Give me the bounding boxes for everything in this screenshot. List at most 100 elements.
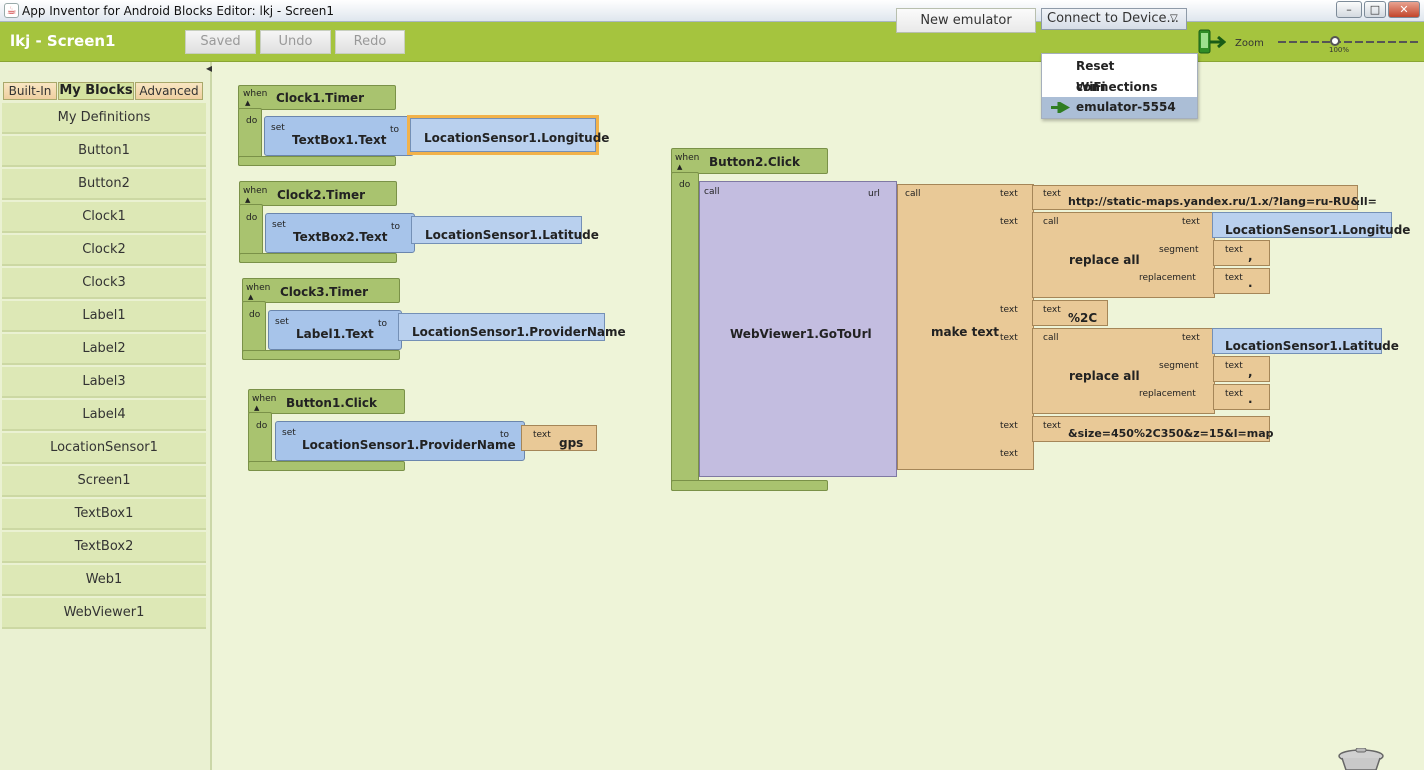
do-label: do <box>246 213 258 223</box>
expand-triangle-icon[interactable]: ▲ <box>245 196 250 204</box>
when-label: when <box>675 153 700 163</box>
text-value: gps <box>559 436 584 450</box>
text-value: http://static-maps.yandex.ru/1.x/?lang=r… <box>1068 195 1377 208</box>
method-name: WebViewer1.GoToUrl <box>730 327 872 341</box>
text-socket-label: text <box>1000 449 1018 459</box>
saved-button[interactable]: Saved <box>185 30 256 54</box>
tab-my-blocks[interactable]: My Blocks <box>58 82 134 100</box>
set-label: set <box>272 220 286 230</box>
replacement-label: replacement <box>1139 273 1196 283</box>
sidebar-item-clock2[interactable]: Clock2 <box>2 235 206 266</box>
sidebar-item-button2[interactable]: Button2 <box>2 169 206 200</box>
undo-button[interactable]: Undo <box>260 30 331 54</box>
redo-button[interactable]: Redo <box>335 30 405 54</box>
event-block-footer <box>248 461 405 471</box>
expand-triangle-icon[interactable]: ▲ <box>254 404 259 412</box>
text-label: text <box>1225 389 1243 399</box>
sidebar-item-label4[interactable]: Label4 <box>2 400 206 431</box>
set-label: set <box>282 428 296 438</box>
when-label: when <box>243 89 268 99</box>
text-label: text <box>533 430 551 440</box>
event-name: Clock1.Timer <box>276 91 365 105</box>
event-block-footer <box>238 156 396 166</box>
getter-text: LocationSensor1.Latitude <box>1225 339 1399 353</box>
sidebar-item-webviewer1[interactable]: WebViewer1 <box>2 598 206 629</box>
tab-advanced[interactable]: Advanced <box>135 82 203 100</box>
sidebar-item-textbox1[interactable]: TextBox1 <box>2 499 206 530</box>
expand-triangle-icon[interactable]: ▲ <box>248 293 253 301</box>
text-label: text <box>1043 189 1061 199</box>
text-label: text <box>1225 273 1243 283</box>
sidebar-item-label3[interactable]: Label3 <box>2 367 206 398</box>
text-value: , <box>1248 249 1253 263</box>
zoom-percent: 100% <box>1329 46 1350 54</box>
sidebar-item-location-sensor1[interactable]: LocationSensor1 <box>2 433 206 464</box>
sidebar-item-web1[interactable]: Web1 <box>2 565 206 596</box>
close-button[interactable]: ✕ <box>1388 1 1420 18</box>
text-value: &size=450%2C350&z=15&l=map <box>1068 427 1274 440</box>
sidebar-item-screen1[interactable]: Screen1 <box>2 466 206 497</box>
event-name: Button2.Click <box>709 155 800 169</box>
minimize-button[interactable]: – <box>1336 1 1362 18</box>
sidebar-item-button1[interactable]: Button1 <box>2 136 206 167</box>
text-socket-label: text <box>1000 333 1018 343</box>
url-label: url <box>868 189 880 199</box>
event-name: Clock3.Timer <box>280 285 369 299</box>
set-target: Label1.Text <box>296 327 374 341</box>
green-arrow-icon <box>1051 102 1070 113</box>
call-label: call <box>905 189 921 199</box>
tab-built-in[interactable]: Built-In <box>3 82 57 100</box>
do-label: do <box>246 116 258 126</box>
maximize-button[interactable]: □ <box>1364 1 1386 18</box>
sidebar-item-textbox2[interactable]: TextBox2 <box>2 532 206 563</box>
set-target: LocationSensor1.ProviderName <box>302 438 516 452</box>
segment-label: segment <box>1159 361 1199 371</box>
text-socket-label: text <box>1000 421 1018 431</box>
connect-to-device-select[interactable]: Connect to Device... ▽ <box>1041 8 1187 30</box>
text-value: . <box>1248 276 1253 290</box>
replace-all-label: replace all <box>1069 253 1140 267</box>
phone-connection-icon <box>1198 29 1226 54</box>
text-socket-label: text <box>1182 333 1200 343</box>
do-label: do <box>249 310 261 320</box>
event-name: Button1.Click <box>286 396 377 410</box>
sidebar-item-clock3[interactable]: Clock3 <box>2 268 206 299</box>
sidebar-item-label1[interactable]: Label1 <box>2 301 206 332</box>
event-block-footer <box>671 480 828 491</box>
zoom-slider-thumb[interactable] <box>1330 36 1340 46</box>
new-emulator-button[interactable]: New emulator <box>896 8 1036 33</box>
call-label: call <box>704 187 720 197</box>
project-title: lkj - Screen1 <box>10 32 116 50</box>
set-target: TextBox1.Text <box>292 133 387 147</box>
zoom-slider-track[interactable] <box>1278 40 1418 44</box>
to-label: to <box>378 319 388 329</box>
menu-item-wifi[interactable]: WiFi <box>1042 77 1197 98</box>
getter-text: LocationSensor1.Latitude <box>425 228 599 242</box>
event-name: Clock2.Timer <box>277 188 366 202</box>
window-title-bar: ☕ App Inventor for Android Blocks Editor… <box>0 0 1424 22</box>
menu-item-label: emulator-5554 <box>1076 100 1176 114</box>
sidebar-item-my-definitions[interactable]: My Definitions <box>2 103 206 134</box>
do-label: do <box>256 421 268 431</box>
event-block-body <box>671 172 699 491</box>
java-cup-icon: ☕ <box>4 3 19 18</box>
when-label: when <box>243 186 268 196</box>
expand-triangle-icon[interactable]: ▲ <box>677 163 682 171</box>
text-label: text <box>1043 305 1061 315</box>
text-label: text <box>1043 421 1061 431</box>
text-socket-label: text <box>1182 217 1200 227</box>
sidebar-item-label2[interactable]: Label2 <box>2 334 206 365</box>
set-target: TextBox2.Text <box>293 230 388 244</box>
text-label: text <box>1225 245 1243 255</box>
segment-label: segment <box>1159 245 1199 255</box>
do-label: do <box>679 180 691 190</box>
trash-can-icon[interactable] <box>1338 748 1384 770</box>
menu-item-reset-connections[interactable]: Reset connections <box>1042 56 1197 94</box>
sidebar-item-clock1[interactable]: Clock1 <box>2 202 206 233</box>
getter-text: LocationSensor1.Longitude <box>424 131 610 145</box>
window-title: App Inventor for Android Blocks Editor: … <box>22 4 334 18</box>
menu-item-emulator-5554[interactable]: emulator-5554 <box>1042 97 1197 118</box>
expand-triangle-icon[interactable]: ▲ <box>245 99 250 107</box>
replace-all-label: replace all <box>1069 369 1140 383</box>
set-label: set <box>275 317 289 327</box>
